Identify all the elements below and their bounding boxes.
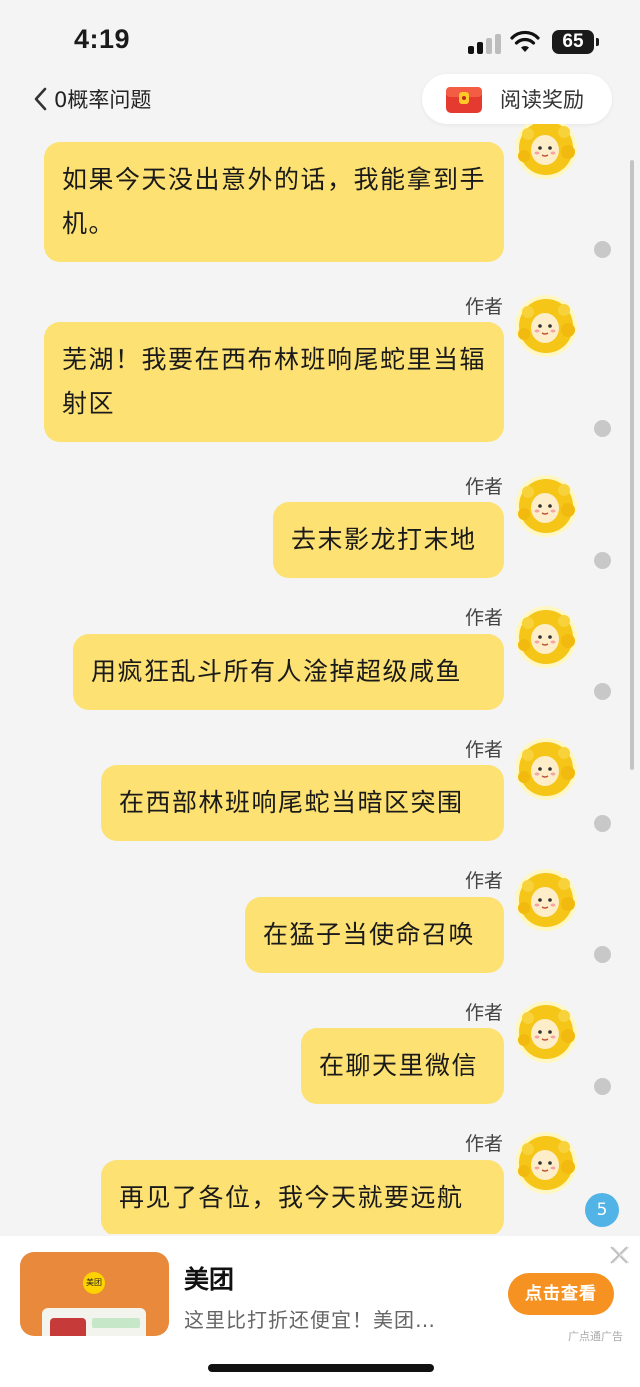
message-status-dot [594,420,611,437]
message-bubble[interactable]: 再见了各位，我今天就要远航 [101,1160,504,1234]
chevron-left-icon [34,87,47,111]
status-time: 4:19 [74,24,131,54]
ad-title: 美团 [184,1265,235,1294]
battery-icon: 65 [552,30,599,54]
ad-banner[interactable]: 美团 美团 这里比打折还便宜！美团… 点击查看 广点通广告 [0,1236,640,1387]
close-icon[interactable] [608,1244,630,1266]
author-tag: 作者 [464,870,503,892]
message-status-dot [594,241,611,258]
unread-count-badge[interactable]: 5 [585,1193,619,1227]
avatar[interactable] [514,868,578,932]
message-status-dot [594,1078,611,1095]
author-tag: 作者 [464,296,503,318]
reading-reward-label: 阅读奖励 [500,88,584,112]
treasure-box-icon [446,87,482,113]
avatar[interactable] [514,605,578,669]
author-tag: 作者 [464,1133,503,1155]
back-title: 0概率问题 [54,88,152,112]
avatar[interactable] [514,124,578,180]
message-bubble[interactable]: 如果今天没出意外的话，我能拿到手机。 [44,142,504,262]
message-status-dot [594,552,611,569]
author-tag: 作者 [464,1002,503,1024]
author-tag: 作者 [464,476,503,498]
top-nav: 0概率问题 阅读奖励 [0,74,640,124]
message-bubble[interactable]: 在猛子当使命召唤 [245,897,504,973]
reading-reward-button[interactable]: 阅读奖励 [422,74,612,124]
ad-logo: 美团 [83,1272,105,1294]
wifi-icon [510,30,540,52]
scrollbar[interactable] [630,160,634,770]
strawberry-image [50,1318,86,1336]
avatar[interactable] [514,1131,578,1195]
message-bubble[interactable]: 去末影龙打末地 [273,502,504,578]
author-tag: 作者 [464,607,503,629]
avatar[interactable] [514,1000,578,1064]
message-bubble[interactable]: 在西部林班响尾蛇当暗区突围 [101,765,504,841]
author-tag: 作者 [464,739,503,761]
status-bar: 4:19 65 [0,0,640,70]
ad-thumbnail-label [92,1318,140,1328]
avatar[interactable] [514,294,578,358]
message-bubble[interactable]: 在聊天里微信 [301,1028,504,1104]
message-status-dot [594,946,611,963]
message-bubble[interactable]: 芜湖！我要在西布林班响尾蛇里当辐射区 [44,322,504,442]
back-button[interactable]: 0概率问题 [32,84,151,114]
ad-thumbnail: 美团 [20,1252,169,1336]
ad-source-label: 广点通广告 [568,1330,623,1343]
message-status-dot [594,683,611,700]
ad-description: 这里比打折还便宜！美团… [184,1308,436,1332]
ad-view-button[interactable]: 点击查看 [508,1273,614,1315]
message-status-dot [594,815,611,832]
message-bubble[interactable]: 用疯狂乱斗所有人淦掉超级咸鱼 [73,634,504,710]
avatar[interactable] [514,474,578,538]
home-indicator[interactable] [208,1364,434,1372]
chat-list[interactable]: 如果今天没出意外的话，我能拿到手机。 作者 芜湖！我要在西布林班响尾蛇里当辐射区 作者… [0,124,640,1234]
avatar[interactable] [514,737,578,801]
cellular-signal-icon [468,34,502,54]
